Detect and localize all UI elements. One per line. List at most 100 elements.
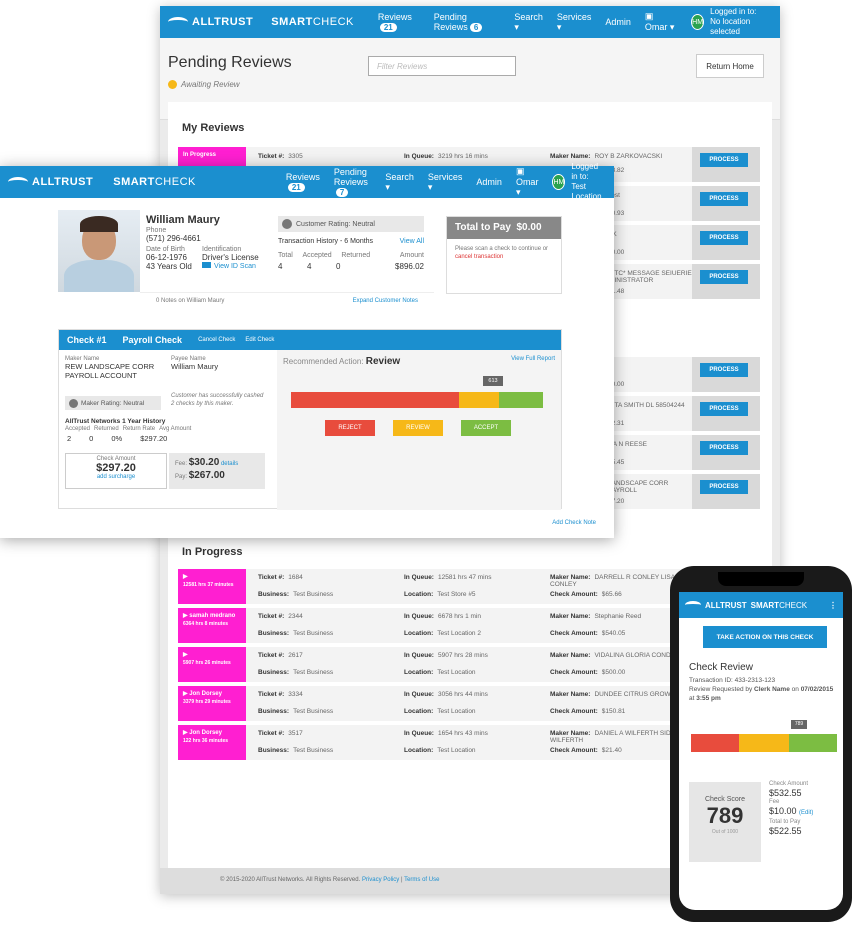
my-reviews-heading: My Reviews <box>182 122 245 134</box>
ticket-field: Ticket #: 3334 <box>258 691 303 698</box>
page-title: Pending Reviews <box>168 54 292 71</box>
nav-services[interactable]: Services ▾ <box>428 172 463 193</box>
full-report-link[interactable]: View Full Report <box>511 356 555 362</box>
maker-field: Maker Name: VIDALINA GLORIA CONDOR <box>550 652 681 659</box>
nav-pending[interactable]: Pending Reviews 6 <box>434 12 501 32</box>
process-button[interactable]: PROCESS <box>700 231 748 245</box>
process-button[interactable]: PROCESS <box>700 270 748 284</box>
process-button[interactable]: PROCESS <box>700 363 748 377</box>
pending-count-badge: 6 <box>469 23 483 32</box>
nav-user[interactable]: ▣ Omar ▾ <box>516 166 539 198</box>
privacy-link[interactable]: Privacy Policy <box>362 877 399 883</box>
nav-reviews[interactable]: Reviews21 <box>378 12 420 32</box>
process-button[interactable]: PROCESS <box>700 192 748 206</box>
front-top-nav: ALLTRUST SMARTCHECK Reviews21 Pending Re… <box>0 162 614 201</box>
process-button[interactable]: PROCESS <box>700 153 748 167</box>
accept-button[interactable]: ACCEPT <box>461 420 511 436</box>
user-icon: ▣ <box>515 166 525 176</box>
edit-check-link[interactable]: Edit Check <box>245 337 274 343</box>
menu-icon[interactable]: ⋮ <box>829 601 837 610</box>
business-field: Business: Test Business <box>258 708 334 715</box>
view-id-scan-link[interactable]: View ID Scan <box>202 262 259 270</box>
take-action-button[interactable]: TAKE ACTION ON THIS CHECK <box>703 626 827 648</box>
nav-search[interactable]: Search ▾ <box>385 172 414 193</box>
cancel-transaction-link[interactable]: cancel transaction <box>455 254 503 260</box>
customer-panel: William Maury Phone (571) 296-4661 Date o… <box>140 210 434 292</box>
logo-swoosh-icon <box>685 601 701 609</box>
maker-rating-badge: Maker Rating: Neutral <box>65 396 161 410</box>
maker-field: Maker Name: DUNDEE CITRUS GROWERS <box>550 691 685 698</box>
location-field: Location: Test Store #5 <box>404 591 476 598</box>
nav-pending[interactable]: Pending Reviews7 <box>334 167 372 197</box>
avatar[interactable]: HM <box>552 174 566 190</box>
add-check-note-link[interactable]: Add Check Note <box>552 520 596 526</box>
login-status: Logged in to: Test Location <box>571 162 602 201</box>
maker-value: DA N REESE <box>608 441 648 448</box>
check-amount: $297.20 <box>96 462 136 474</box>
return-home-button[interactable]: Return Home <box>696 54 764 78</box>
reject-button[interactable]: REJECT <box>325 420 375 436</box>
business-field: Business: Test Business <box>258 669 334 676</box>
neutral-face-icon <box>69 398 78 408</box>
nav-search[interactable]: Search ▾ <box>514 12 543 33</box>
filter-input[interactable]: Filter Reviews <box>368 56 516 76</box>
maker-field: Maker Name: Stephanie Reed <box>550 613 642 620</box>
logo-text: ALLTRUST <box>192 16 254 28</box>
maker-field: Test <box>608 192 698 199</box>
row-status-tag: ▶ 12581 hrs 37 minutes <box>178 569 246 604</box>
queue-field: In Queue: 12581 hrs 47 mins <box>404 574 492 581</box>
risk-red-segment <box>691 734 739 752</box>
history-values: 4 4 0 $896.02 <box>278 262 424 271</box>
dob-block: Date of Birth 06-12-1976 43 Years Old <box>146 246 192 271</box>
process-button[interactable]: PROCESS <box>700 441 748 455</box>
nav-services[interactable]: Services ▾ <box>557 12 592 33</box>
risk-scale <box>691 734 837 752</box>
nav-user[interactable]: ▣ Omar ▾ <box>645 11 677 33</box>
history-labels: Total Accepted Returned Amount <box>278 252 424 259</box>
process-button[interactable]: PROCESS <box>700 402 748 416</box>
logo-swoosh-icon <box>168 17 188 27</box>
amount-field: Check Amount: $540.05 <box>550 630 626 637</box>
recommendation-panel: Recommended Action: Review View Full Rep… <box>277 350 561 510</box>
add-surcharge-link[interactable]: add surcharge <box>66 474 166 480</box>
row-status-tag: ▶ Jon Dorsey 3379 hrs 29 minutes <box>178 686 246 721</box>
customer-photo <box>58 210 140 292</box>
awaiting-legend: Awaiting Review <box>168 80 240 89</box>
risk-red-segment <box>291 392 459 408</box>
fee-details-link[interactable]: details <box>221 461 238 467</box>
product-name: SMARTCHECK <box>271 16 354 28</box>
phone-block: Phone (571) 296-4661 <box>146 227 201 243</box>
process-button[interactable]: PROCESS <box>700 480 748 494</box>
queue-field: In Queue: 5907 hrs 28 mins <box>404 652 488 659</box>
logo-text: ALLTRUST <box>32 176 94 188</box>
check-score: 789 <box>706 803 744 828</box>
expand-notes-link[interactable]: Expand Customer Notes <box>353 298 418 305</box>
review-button[interactable]: REVIEW <box>393 420 443 436</box>
business-field: Business: Test Business <box>258 630 334 637</box>
amount-field: Check Amount: $21.40 <box>550 747 622 754</box>
location-field: Location: Test Location 2 <box>404 630 481 637</box>
nav-admin[interactable]: Admin <box>605 17 631 27</box>
terms-link[interactable]: Terms of Use <box>404 877 439 883</box>
logo[interactable]: ALLTRUST SMARTCHECK <box>168 16 354 28</box>
risk-green-segment <box>789 734 837 752</box>
check-type: Payroll Check <box>122 335 183 345</box>
nav-reviews[interactable]: Reviews21 <box>286 172 320 192</box>
nav-admin[interactable]: Admin <box>476 177 502 187</box>
ticket-field: Ticket #: 1684 <box>258 574 303 581</box>
avatar[interactable]: HM <box>691 14 705 30</box>
view-all-link[interactable]: View All <box>400 238 424 245</box>
ticket-field: Ticket #: 2344 <box>258 613 303 620</box>
photo-body <box>64 260 134 292</box>
score-marker: 613 <box>483 376 503 386</box>
front-logo[interactable]: ALLTRUST SMARTCHECK <box>8 176 196 188</box>
fee-box: Fee: $30.20 details Pay: $267.00 <box>169 453 265 489</box>
ticket-field: Ticket #: 2617 <box>258 652 303 659</box>
login-status: Logged in to: No location selected <box>710 7 757 36</box>
amount-field: Check Amount: $65.66 <box>550 591 622 598</box>
front-window: ALLTRUST SMARTCHECK Reviews21 Pending Re… <box>0 162 614 538</box>
maker-block: Maker Name REW LANDSCAPE CORR PAYROLL ACC… <box>65 356 155 380</box>
cancel-check-link[interactable]: Cancel Check <box>198 337 235 343</box>
edit-fee-link[interactable]: (Edit) <box>799 810 813 816</box>
risk-yellow-segment <box>739 734 789 752</box>
